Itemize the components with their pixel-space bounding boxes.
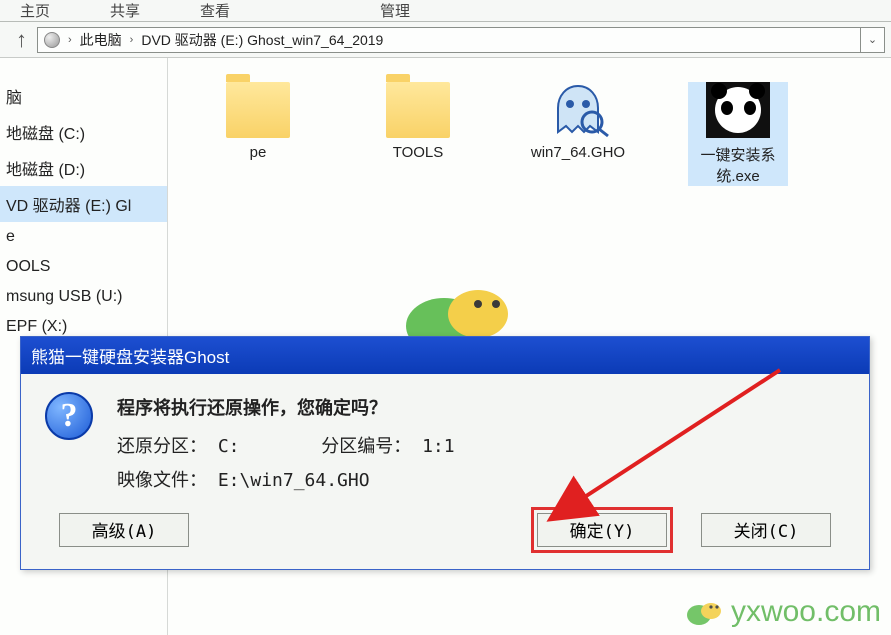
folder-icon — [226, 82, 290, 138]
file-item-exe[interactable]: 一键安装系统.exe — [688, 82, 788, 186]
file-item-folder[interactable]: TOOLS — [368, 82, 468, 161]
sidebar-item[interactable]: OOLS — [0, 252, 167, 282]
sidebar-item[interactable]: VD 驱动器 (E:) Gl — [0, 186, 167, 222]
breadcrumb-drive[interactable]: DVD 驱动器 (E:) Ghost_win7_64_2019 — [141, 30, 383, 50]
file-item-folder[interactable]: pe — [208, 82, 308, 161]
restore-partition-label: 还原分区： — [117, 430, 207, 464]
watermark-bug-icon — [685, 597, 725, 627]
image-file-label: 映像文件： — [117, 464, 207, 498]
chevron-right-icon: › — [130, 34, 134, 46]
question-icon: ? — [45, 392, 93, 440]
address-bar[interactable]: › 此电脑 › DVD 驱动器 (E:) Ghost_win7_64_2019 — [37, 27, 861, 53]
tab-share[interactable]: 共享 — [110, 0, 140, 21]
tab-home[interactable]: 主页 — [20, 0, 50, 21]
nav-up-button[interactable]: ↑ — [6, 27, 37, 53]
restore-partition-value: C: — [218, 436, 240, 457]
ghost-installer-dialog: 熊猫一键硬盘安装器Ghost ? 程序将执行还原操作，您确定吗？ 还原分区： C… — [20, 336, 870, 570]
folder-icon — [386, 82, 450, 138]
advanced-button[interactable]: 高级(A) — [59, 513, 189, 547]
watermark-text: yxwoo.com — [685, 595, 881, 629]
chevron-right-icon: › — [68, 34, 72, 46]
panda-exe-icon — [706, 82, 770, 138]
address-bar-row: ↑ › 此电脑 › DVD 驱动器 (E:) Ghost_win7_64_201… — [0, 22, 891, 58]
ghost-icon — [546, 82, 610, 138]
sidebar-item[interactable]: 脑 — [0, 78, 167, 114]
file-label: TOOLS — [368, 144, 468, 161]
breadcrumb-this-pc[interactable]: 此电脑 — [80, 30, 122, 50]
partition-number-value: 1:1 — [422, 436, 455, 457]
file-item-gho[interactable]: win7_64.GHO — [528, 82, 628, 161]
disc-icon — [44, 32, 60, 48]
address-dropdown[interactable]: ⌄ — [861, 27, 885, 53]
sidebar-item[interactable]: e — [0, 222, 167, 252]
dialog-message: 程序将执行还原操作，您确定吗？ — [117, 392, 455, 426]
sidebar-item[interactable]: 地磁盘 (D:) — [0, 150, 167, 186]
file-label: pe — [208, 144, 308, 161]
sidebar-item[interactable]: msung USB (U:) — [0, 282, 167, 312]
ok-button[interactable]: 确定(Y) — [537, 513, 667, 547]
tab-manage[interactable]: 管理 — [380, 0, 410, 21]
partition-number-label: 分区编号： — [321, 430, 411, 464]
file-label: 一键安装系统.exe — [688, 144, 788, 186]
close-button[interactable]: 关闭(C) — [701, 513, 831, 547]
chevron-down-icon: ⌄ — [868, 33, 877, 46]
dialog-text: 程序将执行还原操作，您确定吗？ 还原分区： C: 分区编号： 1:1 映像文件：… — [117, 392, 455, 499]
sidebar-item[interactable]: 地磁盘 (C:) — [0, 114, 167, 150]
tab-view[interactable]: 查看 — [200, 0, 230, 21]
ribbon-tabs: 主页 共享 查看 管理 — [0, 0, 891, 22]
dialog-title: 熊猫一键硬盘安装器Ghost — [21, 337, 869, 374]
file-label: win7_64.GHO — [528, 144, 628, 161]
image-file-value: E:\win7_64.GHO — [218, 470, 370, 491]
